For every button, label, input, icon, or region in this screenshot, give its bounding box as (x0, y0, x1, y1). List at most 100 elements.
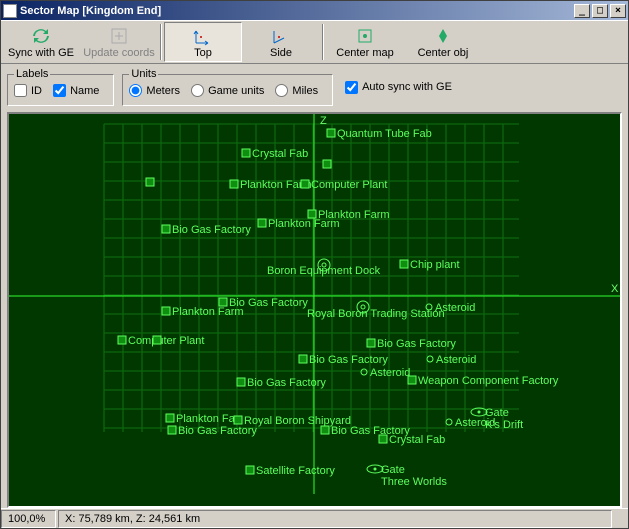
update-coords-button: Update coords (80, 22, 158, 62)
gameunits-radio-input[interactable] (191, 84, 204, 97)
station-icon[interactable] (400, 260, 408, 268)
sync-ge-button[interactable]: Sync with GE (2, 22, 80, 62)
center-obj-button[interactable]: Center obj (404, 22, 482, 62)
autosync-checkbox[interactable]: Auto sync with GE (345, 81, 452, 94)
station-icon[interactable] (323, 160, 331, 168)
labels-fieldset: Labels ID Name (7, 68, 114, 106)
name-checkbox[interactable]: Name (53, 84, 99, 97)
app-icon (3, 4, 17, 18)
meters-radio-input[interactable] (129, 84, 142, 97)
center-obj-icon (433, 26, 453, 46)
station-icon[interactable] (308, 210, 316, 218)
minimize-button[interactable]: _ (574, 4, 590, 18)
name-checkbox-label: Name (70, 85, 99, 97)
object-label: Chip plant (410, 259, 460, 271)
object-label: Satellite Factory (256, 465, 335, 477)
asteroid-icon[interactable] (427, 356, 433, 362)
name-checkbox-input[interactable] (53, 84, 66, 97)
asteroid-icon[interactable] (446, 419, 452, 425)
gameunits-radio-label: Game units (208, 85, 264, 97)
object-label: Bio Gas Factory (172, 224, 251, 236)
object-label: Bio Gas Factory (377, 338, 456, 350)
miles-radio[interactable]: Miles (275, 84, 318, 97)
units-fieldset: Units Meters Game units Miles (122, 68, 333, 106)
side-view-icon (271, 26, 291, 46)
map-canvas[interactable]: ZXQuantum Tube FabCrystal FabPlankton Fa… (9, 114, 620, 506)
coords-cell: X: 75,789 km, Z: 24,561 km (58, 510, 612, 528)
station-icon[interactable] (321, 426, 329, 434)
id-checkbox-input[interactable] (14, 84, 27, 97)
units-legend: Units (129, 68, 158, 80)
meters-radio-label: Meters (146, 85, 180, 97)
object-label: Asteroid (436, 354, 476, 366)
object-label: Gate (485, 407, 509, 419)
miles-radio-label: Miles (292, 85, 318, 97)
top-view-icon (193, 26, 213, 46)
id-checkbox[interactable]: ID (14, 84, 42, 97)
station-icon[interactable] (153, 336, 161, 344)
meters-radio[interactable]: Meters (129, 84, 180, 97)
station-icon[interactable] (118, 336, 126, 344)
object-label: Gate (381, 464, 405, 476)
object-label: Quantum Tube Fab (337, 128, 432, 140)
miles-radio-input[interactable] (275, 84, 288, 97)
side-view-button[interactable]: Side (242, 22, 320, 62)
sector-map[interactable]: ZXQuantum Tube FabCrystal FabPlankton Fa… (7, 112, 622, 508)
station-icon[interactable] (237, 378, 245, 386)
top-view-button[interactable]: Top (164, 22, 242, 62)
station-icon[interactable] (301, 180, 309, 188)
station-icon[interactable] (299, 355, 307, 363)
object-label: Bio Gas Factory (178, 425, 257, 437)
station-icon[interactable] (242, 149, 250, 157)
side-view-label: Side (270, 47, 292, 59)
options-row: Labels ID Name Units Meters Game units (1, 64, 628, 112)
close-button[interactable]: × (610, 4, 626, 18)
asteroid-icon[interactable] (361, 369, 367, 375)
object-label: Asteroid (370, 367, 410, 379)
gameunits-radio[interactable]: Game units (191, 84, 264, 97)
object-label: Plankton Farm (268, 218, 340, 230)
maximize-button[interactable]: □ (592, 4, 608, 18)
station-icon[interactable] (246, 466, 254, 474)
object-label: Plankton Fa (176, 413, 236, 425)
object-label: Three Worlds (381, 476, 447, 488)
update-coords-label: Update coords (83, 47, 155, 59)
object-label: Computer Plant (128, 335, 204, 347)
autosync-checkbox-label: Auto sync with GE (362, 81, 452, 93)
object-label: Plankton Farm (172, 306, 244, 318)
object-label: Bio Gas Factory (247, 377, 326, 389)
svg-text:X: X (611, 283, 619, 295)
object-label: Royal Boron Trading Station (307, 308, 445, 320)
top-view-label: Top (194, 47, 212, 59)
station-icon[interactable] (234, 416, 242, 424)
window-title: Sector Map [Kingdom End] (20, 5, 572, 17)
station-icon[interactable] (258, 219, 266, 227)
station-icon[interactable] (327, 129, 335, 137)
station-icon[interactable] (162, 225, 170, 233)
statusbar: 100,0% X: 75,789 km, Z: 24,561 km (1, 508, 628, 528)
station-icon[interactable] (168, 426, 176, 434)
titlebar: Sector Map [Kingdom End] _ □ × (1, 1, 628, 20)
station-icon[interactable] (408, 376, 416, 384)
id-checkbox-label: ID (31, 85, 42, 97)
station-icon[interactable] (379, 435, 387, 443)
station-icon[interactable] (219, 298, 227, 306)
center-map-button[interactable]: Center map (326, 22, 404, 62)
object-label: Crystal Fab (252, 148, 308, 160)
station-icon[interactable] (367, 339, 375, 347)
station-icon[interactable] (162, 307, 170, 315)
object-label: Crystal Fab (389, 434, 445, 446)
station-icon[interactable] (230, 180, 238, 188)
autosync-checkbox-input[interactable] (345, 81, 358, 94)
zoom-cell: 100,0% (1, 510, 56, 528)
center-map-label: Center map (336, 47, 393, 59)
object-label: K's Drift (485, 419, 523, 431)
station-icon[interactable] (146, 178, 154, 186)
center-obj-label: Center obj (418, 47, 469, 59)
toolbar: Sync with GE Update coords Top Side Cent… (1, 20, 628, 64)
object-label: Weapon Component Factory (418, 375, 559, 387)
station-icon[interactable] (166, 414, 174, 422)
sync-ge-label: Sync with GE (8, 47, 74, 59)
labels-legend: Labels (14, 68, 50, 80)
object-label: Computer Plant (311, 179, 387, 191)
